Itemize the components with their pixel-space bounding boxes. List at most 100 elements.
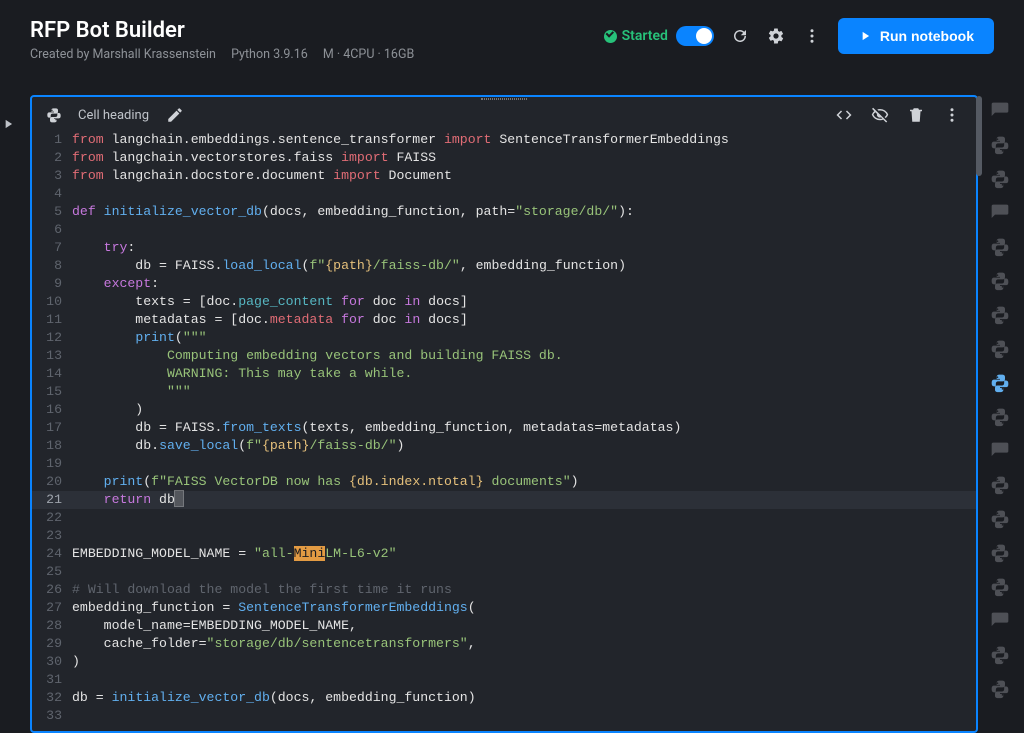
rail-python-icon[interactable] — [990, 373, 1010, 393]
code-line[interactable]: 2from langchain.vectorstores.faiss impor… — [32, 149, 976, 167]
code-line[interactable]: 18 db.save_local(f"{path}/faiss-db/") — [32, 437, 976, 455]
code-line[interactable]: 15 """ — [32, 383, 976, 401]
line-content[interactable]: try: — [72, 239, 976, 257]
cell-heading-label[interactable]: Cell heading — [78, 108, 149, 123]
code-line[interactable]: 22 — [32, 509, 976, 527]
line-content[interactable] — [72, 563, 976, 581]
line-content[interactable]: from langchain.docstore.document import … — [72, 167, 976, 185]
cell-minimap-rail[interactable] — [986, 95, 1014, 733]
code-line[interactable]: 30) — [32, 653, 976, 671]
code-view-icon[interactable] — [834, 105, 854, 125]
line-content[interactable]: print(""" — [72, 329, 976, 347]
code-line[interactable]: 33 — [32, 707, 976, 725]
rail-comment-icon[interactable] — [990, 101, 1010, 121]
code-line[interactable]: 10 texts = [doc.page_content for doc in … — [32, 293, 976, 311]
rail-comment-icon[interactable] — [990, 611, 1010, 631]
line-content[interactable]: return db — [72, 491, 976, 509]
edit-heading-icon[interactable] — [165, 105, 185, 125]
rail-python-icon[interactable] — [990, 407, 1010, 427]
rail-python-icon[interactable] — [990, 475, 1010, 495]
code-line[interactable]: 32db = initialize_vector_db(docs, embedd… — [32, 689, 976, 707]
code-line[interactable]: 28 model_name=EMBEDDING_MODEL_NAME, — [32, 617, 976, 635]
rail-python-icon[interactable] — [990, 135, 1010, 155]
line-content[interactable]: except: — [72, 275, 976, 293]
code-line[interactable]: 3from langchain.docstore.document import… — [32, 167, 976, 185]
line-content[interactable]: db = FAISS.from_texts(texts, embedding_f… — [72, 419, 976, 437]
code-line[interactable]: 26# Will download the model the first ti… — [32, 581, 976, 599]
line-content[interactable]: EMBEDDING_MODEL_NAME = "all-MiniLM-L6-v2… — [72, 545, 976, 563]
line-content[interactable] — [72, 455, 976, 473]
line-content[interactable]: """ — [72, 383, 976, 401]
code-line[interactable]: 9 except: — [32, 275, 976, 293]
code-line[interactable]: 24EMBEDDING_MODEL_NAME = "all-MiniLM-L6-… — [32, 545, 976, 563]
code-line[interactable]: 11 metadatas = [doc.metadata for doc in … — [32, 311, 976, 329]
cell-language-icon[interactable] — [46, 107, 62, 123]
line-content[interactable]: cache_folder="storage/db/sentencetransfo… — [72, 635, 976, 653]
rail-python-icon[interactable] — [990, 271, 1010, 291]
cell-more-icon[interactable] — [942, 105, 962, 125]
line-content[interactable]: db = FAISS.load_local(f"{path}/faiss-db/… — [72, 257, 976, 275]
refresh-icon[interactable] — [730, 26, 750, 46]
code-cell[interactable]: Cell heading 1from langch — [30, 95, 978, 733]
rail-python-icon[interactable] — [990, 679, 1010, 699]
code-line[interactable]: 14 WARNING: This may take a while. — [32, 365, 976, 383]
rail-comment-icon[interactable] — [990, 203, 1010, 223]
code-line[interactable]: 5def initialize_vector_db(docs, embeddin… — [32, 203, 976, 221]
line-content[interactable]: Computing embedding vectors and building… — [72, 347, 976, 365]
delete-cell-icon[interactable] — [906, 105, 926, 125]
line-content[interactable]: model_name=EMBEDDING_MODEL_NAME, — [72, 617, 976, 635]
rail-python-icon[interactable] — [990, 645, 1010, 665]
line-content[interactable] — [72, 671, 976, 689]
line-content[interactable]: texts = [doc.page_content for doc in doc… — [72, 293, 976, 311]
rail-comment-icon[interactable] — [990, 441, 1010, 461]
code-line[interactable]: 31 — [32, 671, 976, 689]
rail-python-icon[interactable] — [990, 339, 1010, 359]
kernel-toggle[interactable] — [676, 26, 714, 46]
line-content[interactable] — [72, 185, 976, 203]
code-line[interactable]: 29 cache_folder="storage/db/sentencetran… — [32, 635, 976, 653]
code-line[interactable]: 13 Computing embedding vectors and build… — [32, 347, 976, 365]
line-content[interactable]: ) — [72, 401, 976, 419]
code-line[interactable]: 6 — [32, 221, 976, 239]
line-content[interactable]: from langchain.vectorstores.faiss import… — [72, 149, 976, 167]
settings-icon[interactable] — [766, 26, 786, 46]
code-line[interactable]: 4 — [32, 185, 976, 203]
code-line[interactable]: 23 — [32, 527, 976, 545]
code-line[interactable]: 8 db = FAISS.load_local(f"{path}/faiss-d… — [32, 257, 976, 275]
more-icon[interactable] — [802, 26, 822, 46]
code-line[interactable]: 19 — [32, 455, 976, 473]
code-line[interactable]: 27embedding_function = SentenceTransform… — [32, 599, 976, 617]
collapse-gutter-icon[interactable] — [1, 116, 15, 132]
line-content[interactable]: WARNING: This may take a while. — [72, 365, 976, 383]
line-content[interactable]: from langchain.embeddings.sentence_trans… — [72, 131, 976, 149]
line-content[interactable]: # Will download the model the first time… — [72, 581, 976, 599]
line-content[interactable]: metadatas = [doc.metadata for doc in doc… — [72, 311, 976, 329]
rail-python-icon[interactable] — [990, 509, 1010, 529]
line-content[interactable] — [72, 527, 976, 545]
code-line[interactable]: 16 ) — [32, 401, 976, 419]
code-line[interactable]: 17 db = FAISS.from_texts(texts, embeddin… — [32, 419, 976, 437]
rail-python-icon[interactable] — [990, 169, 1010, 189]
line-content[interactable]: db = initialize_vector_db(docs, embeddin… — [72, 689, 976, 707]
run-notebook-button[interactable]: Run notebook — [838, 18, 994, 54]
code-line[interactable]: 12 print(""" — [32, 329, 976, 347]
code-line[interactable]: 1from langchain.embeddings.sentence_tran… — [32, 131, 976, 149]
line-content[interactable] — [72, 509, 976, 527]
code-line[interactable]: 21 return db — [32, 491, 976, 509]
code-line[interactable]: 20 print(f"FAISS VectorDB now has {db.in… — [32, 473, 976, 491]
rail-python-icon[interactable] — [990, 305, 1010, 325]
line-content[interactable]: ) — [72, 653, 976, 671]
rail-python-icon[interactable] — [990, 577, 1010, 597]
visibility-off-icon[interactable] — [870, 105, 890, 125]
rail-python-icon[interactable] — [990, 543, 1010, 563]
line-content[interactable]: print(f"FAISS VectorDB now has {db.index… — [72, 473, 976, 491]
line-content[interactable]: def initialize_vector_db(docs, embedding… — [72, 203, 976, 221]
line-content[interactable] — [72, 221, 976, 239]
line-content[interactable] — [72, 707, 976, 725]
rail-python-icon[interactable] — [990, 237, 1010, 257]
line-content[interactable]: embedding_function = SentenceTransformer… — [72, 599, 976, 617]
vertical-scrollbar[interactable] — [976, 96, 982, 176]
code-line[interactable]: 25 — [32, 563, 976, 581]
code-editor[interactable]: 1from langchain.embeddings.sentence_tran… — [32, 131, 976, 731]
code-line[interactable]: 7 try: — [32, 239, 976, 257]
